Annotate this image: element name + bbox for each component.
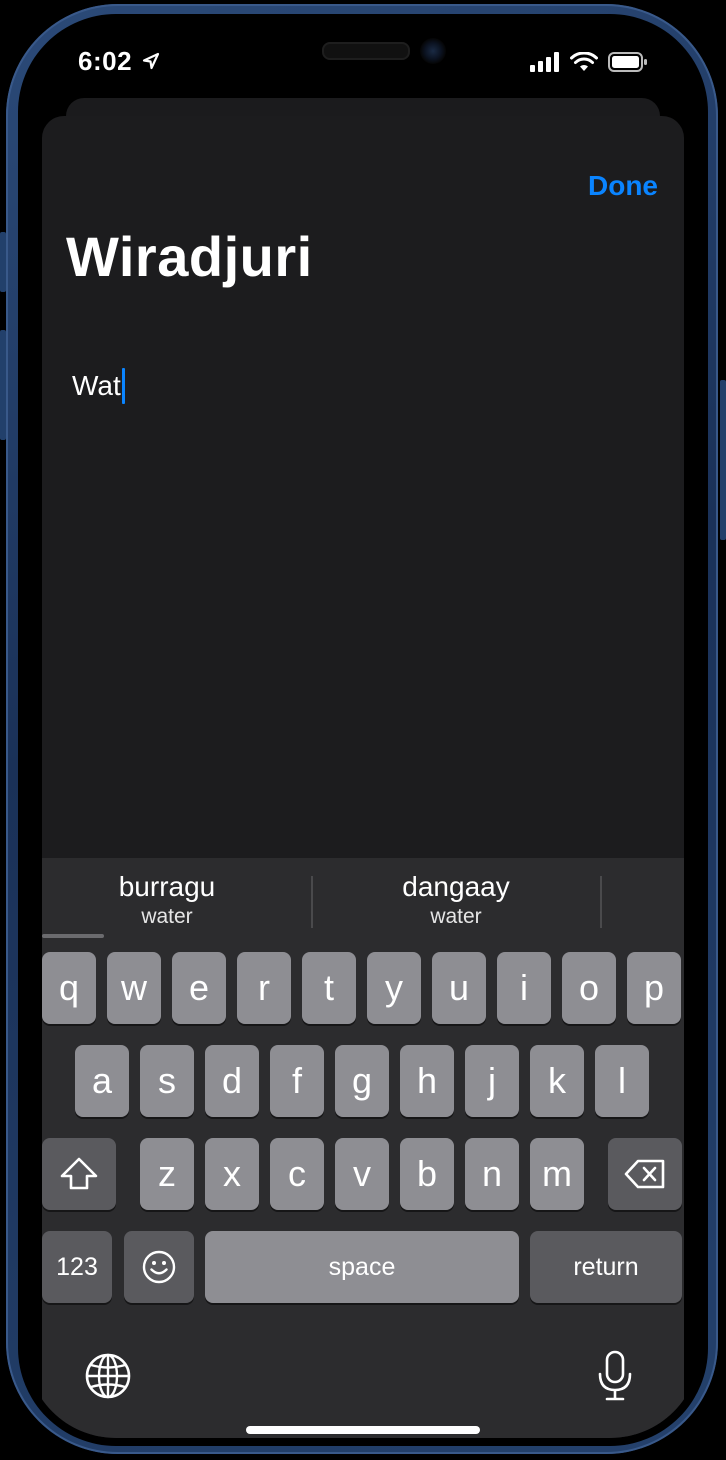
key-y[interactable]: y: [367, 952, 421, 1024]
suggestion-selection-indicator: [42, 934, 104, 938]
key-r[interactable]: r: [237, 952, 291, 1024]
key-s[interactable]: s: [140, 1045, 194, 1117]
key-m[interactable]: m: [530, 1138, 584, 1210]
key-g[interactable]: g: [335, 1045, 389, 1117]
suggestion-translation: water: [141, 905, 193, 928]
key-o[interactable]: o: [562, 952, 616, 1024]
key-u[interactable]: u: [432, 952, 486, 1024]
key-t[interactable]: t: [302, 952, 356, 1024]
status-time: 6:02: [78, 46, 133, 76]
phone-screen: 6:02 Done Wiradjuri Wat burragu water da…: [26, 22, 700, 1438]
suggestion-divider: [600, 876, 602, 928]
key-k[interactable]: k: [530, 1045, 584, 1117]
side-button-left-lower: [0, 330, 6, 440]
space-key[interactable]: space: [205, 1231, 519, 1303]
key-d[interactable]: d: [205, 1045, 259, 1117]
globe-icon[interactable]: [84, 1352, 132, 1400]
page-title: Wiradjuri: [66, 225, 313, 288]
key-q[interactable]: q: [42, 952, 96, 1024]
side-button-right: [720, 380, 726, 540]
text-caret: [121, 368, 125, 404]
front-camera: [420, 38, 446, 64]
emoji-key[interactable]: [124, 1231, 194, 1303]
key-f[interactable]: f: [270, 1045, 324, 1117]
status-indicators: [530, 52, 648, 72]
input-text: Wat: [72, 370, 121, 401]
wifi-icon: [570, 52, 598, 71]
key-w[interactable]: w: [107, 952, 161, 1024]
battery-icon: [608, 52, 647, 72]
suggestion-bar: burragu water dangaay water: [42, 858, 684, 938]
shift-icon: [60, 1157, 98, 1190]
suggestion-item[interactable]: burragu water: [42, 870, 302, 930]
key-i[interactable]: i: [497, 952, 551, 1024]
backspace-icon: [624, 1159, 665, 1189]
key-l[interactable]: l: [595, 1045, 649, 1117]
keyboard: burragu water dangaay water q w e r t y …: [42, 858, 684, 1438]
key-x[interactable]: x: [205, 1138, 259, 1210]
key-c[interactable]: c: [270, 1138, 324, 1210]
key-e[interactable]: e: [172, 952, 226, 1024]
return-key[interactable]: return: [530, 1231, 682, 1303]
device-screenshot: 6:02 Done Wiradjuri Wat burragu water da…: [0, 0, 726, 1460]
numbers-key[interactable]: 123: [42, 1231, 112, 1303]
key-a[interactable]: a: [75, 1045, 129, 1117]
side-button-left-upper: [0, 232, 6, 292]
done-button[interactable]: Done: [588, 170, 658, 202]
key-h[interactable]: h: [400, 1045, 454, 1117]
suggestion-item[interactable]: dangaay water: [321, 870, 591, 930]
location-arrow-icon: [142, 52, 160, 70]
shift-key[interactable]: [42, 1138, 116, 1210]
key-v[interactable]: v: [335, 1138, 389, 1210]
suggestion-word: dangaay: [402, 871, 510, 902]
suggestion-translation: water: [430, 905, 482, 928]
key-z[interactable]: z: [140, 1138, 194, 1210]
key-j[interactable]: j: [465, 1045, 519, 1117]
search-text-area[interactable]: Wat: [72, 356, 652, 416]
home-indicator[interactable]: [246, 1426, 480, 1434]
cellular-signal-icon: [530, 52, 559, 72]
dictionary-sheet: Done Wiradjuri Wat burragu water dangaay…: [42, 116, 684, 1438]
emoji-icon: [142, 1250, 176, 1284]
suggestion-divider: [311, 876, 313, 928]
key-b[interactable]: b: [400, 1138, 454, 1210]
microphone-icon[interactable]: [596, 1350, 634, 1402]
earpiece-speaker: [322, 42, 410, 60]
backspace-key[interactable]: [608, 1138, 682, 1210]
suggestion-word: burragu: [118, 871, 216, 902]
key-p[interactable]: p: [627, 952, 681, 1024]
key-n[interactable]: n: [465, 1138, 519, 1210]
